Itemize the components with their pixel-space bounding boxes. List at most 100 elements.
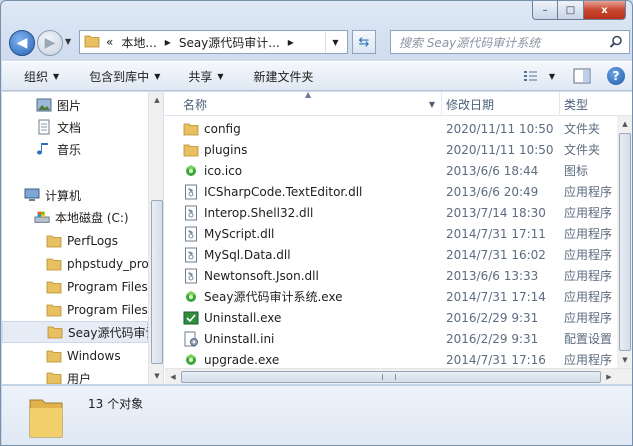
file-name-cell[interactable]: MyScript.dll <box>183 226 274 242</box>
minimize-button[interactable]: – <box>532 1 558 20</box>
breadcrumb-local-disk[interactable]: 本地... <box>121 34 156 51</box>
file-row[interactable]: Seay源代码审计系统.exe 2014/7/31 17:14 应用程序 <box>165 286 615 307</box>
help-button[interactable]: ? <box>607 67 625 85</box>
file-modified-date: 2013/7/14 18:30 <box>446 205 546 220</box>
scroll-thumb[interactable] <box>151 200 163 364</box>
share-button[interactable]: 共享 ▼ <box>188 68 223 85</box>
scroll-up-icon[interactable]: ▲ <box>617 116 632 132</box>
file-row[interactable]: ico.ico 2013/6/6 18:44 图标 <box>165 160 615 181</box>
scroll-left-icon[interactable]: ◀ <box>165 369 181 384</box>
breadcrumb-overflow[interactable]: « <box>106 35 113 49</box>
folder-icon <box>84 34 100 51</box>
drive-icon <box>34 209 50 225</box>
sidebar-item-pictures[interactable]: 图片 <box>2 94 148 116</box>
file-name-cell[interactable]: MySql.Data.dll <box>183 247 291 263</box>
include-in-library-button[interactable]: 包含到库中 ▼ <box>89 68 160 85</box>
ini-icon <box>183 331 199 347</box>
breadcrumb-separator[interactable]: ▸ <box>165 35 171 49</box>
ico-icon <box>183 163 199 179</box>
forward-button[interactable]: ▶ <box>37 30 63 56</box>
column-header-label: 名称 <box>183 97 208 112</box>
file-row[interactable]: Interop.Shell32.dll 2013/7/14 18:30 应用程序 <box>165 202 615 223</box>
folder-icon <box>183 121 199 137</box>
file-row[interactable]: upgrade.exe 2014/7/31 17:16 应用程序 <box>165 349 615 370</box>
file-row[interactable]: plugins 2020/11/11 10:50 文件夹 <box>165 139 615 160</box>
column-header-name[interactable]: 名称 ▼ <box>165 92 442 116</box>
sidebar-item-seay[interactable]: Seay源代码审计 <box>2 321 157 343</box>
scroll-thumb[interactable] <box>181 371 601 383</box>
file-name-cell[interactable]: Uninstall.exe <box>183 310 281 326</box>
view-mode-button[interactable]: ▼ <box>523 69 555 83</box>
address-dropdown-icon[interactable]: ▼ <box>325 31 345 53</box>
include-in-library-label: 包含到库中 <box>89 69 150 84</box>
folder-icon <box>183 142 199 158</box>
file-row[interactable]: MySql.Data.dll 2014/7/31 16:02 应用程序 <box>165 244 615 265</box>
file-name-cell[interactable]: Uninstall.ini <box>183 331 274 347</box>
view-controls: ▼ ? <box>511 67 625 85</box>
sidebar-item-label: phpstudy_pro <box>67 257 149 271</box>
sidebar-item-program-files[interactable]: Program Files <box>2 276 148 298</box>
back-button[interactable]: ◀ <box>9 30 35 56</box>
file-row[interactable]: Uninstall.ini 2016/2/29 9:31 配置设置 <box>165 328 615 349</box>
horizontal-scrollbar[interactable]: ◀ ▶ <box>165 368 632 384</box>
file-name-cell[interactable]: plugins <box>183 142 247 158</box>
documents-icon <box>36 119 52 135</box>
file-name-cell[interactable]: upgrade.exe <box>183 352 279 368</box>
breadcrumb-seay[interactable]: Seay源代码审计... <box>179 34 280 51</box>
file-row[interactable]: Newtonsoft.Json.dll 2013/6/6 13:33 应用程序 <box>165 265 615 286</box>
chevron-down-icon[interactable]: ▼ <box>429 100 435 109</box>
sidebar-item-users[interactable]: 用户 <box>2 367 148 384</box>
file-type: 应用程序 <box>564 206 613 220</box>
file-list-scrollbar[interactable]: ▲ ▼ <box>617 116 632 368</box>
file-name-cell[interactable]: Interop.Shell32.dll <box>183 205 313 221</box>
sidebar-item-music[interactable]: 音乐 <box>2 138 148 160</box>
file-name: Uninstall.exe <box>204 310 282 325</box>
sidebar-item-local-disk[interactable]: 本地磁盘 (C:) <box>2 206 148 228</box>
address-bar[interactable]: « 本地... ▸ Seay源代码审计... ▸ ▼ <box>79 30 348 54</box>
file-row[interactable]: config 2020/11/11 10:50 文件夹 <box>165 118 615 139</box>
refresh-button[interactable]: ⇆ <box>352 30 376 54</box>
scroll-up-icon[interactable]: ▲ <box>149 92 163 108</box>
new-folder-button[interactable]: 新建文件夹 <box>254 68 314 85</box>
content-area: 图片 文档 音乐 计算机 本地磁盘 (C:) PerfLogs phpstudy… <box>2 92 632 384</box>
file-row[interactable]: MyScript.dll 2014/7/31 17:11 应用程序 <box>165 223 615 244</box>
preview-pane-button[interactable] <box>573 68 591 84</box>
sidebar-item-program-files-x86[interactable]: Program Files <box>2 299 148 321</box>
file-type: 应用程序 <box>564 353 613 367</box>
file-type: 应用程序 <box>564 290 613 304</box>
file-name-cell[interactable]: ico.ico <box>183 163 242 179</box>
file-row[interactable]: Uninstall.exe 2016/2/29 9:31 应用程序 <box>165 307 615 328</box>
column-header-modified[interactable]: 修改日期 <box>442 92 560 116</box>
column-header-type[interactable]: 类型 <box>560 92 632 116</box>
sidebar-item-perflogs[interactable]: PerfLogs <box>2 230 148 252</box>
search-icon[interactable] <box>609 35 623 52</box>
sidebar-item-documents[interactable]: 文档 <box>2 116 148 138</box>
maximize-button[interactable]: □ <box>558 1 584 20</box>
scroll-down-icon[interactable]: ▼ <box>149 368 163 384</box>
search-input[interactable]: 搜索 Seay源代码审计系统 <box>390 30 630 54</box>
file-row[interactable]: ICSharpCode.TextEditor.dll 2013/6/6 20:49… <box>165 181 615 202</box>
breadcrumb-separator[interactable]: ▸ <box>288 35 294 49</box>
scroll-thumb[interactable] <box>619 133 631 351</box>
file-type: 应用程序 <box>564 269 613 283</box>
explorer-window: – □ x ◀ ▶ ▼ « 本地... ▸ Seay源代码审计... ▸ ▼ ⇆… <box>0 0 633 446</box>
scroll-right-icon[interactable]: ▶ <box>601 369 617 384</box>
file-name: MySql.Data.dll <box>204 247 291 262</box>
scroll-down-icon[interactable]: ▼ <box>617 352 632 368</box>
close-button[interactable]: x <box>584 1 626 20</box>
sidebar-item-windows[interactable]: Windows <box>2 345 148 367</box>
file-name-cell[interactable]: Newtonsoft.Json.dll <box>183 268 319 284</box>
sidebar-item-phpstudy[interactable]: phpstudy_pro <box>2 253 149 275</box>
recent-pages-dropdown-icon[interactable]: ▼ <box>65 37 71 46</box>
file-name-cell[interactable]: config <box>183 121 241 137</box>
file-name-cell[interactable]: Seay源代码审计系统.exe <box>183 288 343 305</box>
dll-icon <box>183 247 199 263</box>
chevron-down-icon[interactable]: ▼ <box>549 72 555 81</box>
folder-icon <box>46 302 62 318</box>
navigation-scrollbar[interactable]: ▲ ▼ <box>148 92 163 384</box>
file-name-cell[interactable]: ICSharpCode.TextEditor.dll <box>183 184 362 200</box>
sidebar-item-computer[interactable]: 计算机 <box>2 184 148 206</box>
share-label: 共享 <box>188 69 213 84</box>
breadcrumb[interactable]: « 本地... ▸ Seay源代码审计... ▸ <box>106 34 302 51</box>
organize-button[interactable]: 组织 ▼ <box>24 68 59 85</box>
